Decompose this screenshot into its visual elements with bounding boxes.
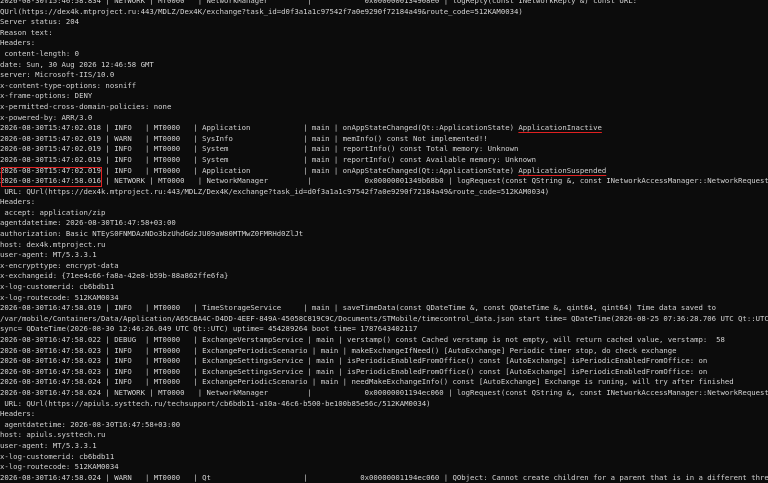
log-text: host: apiuls.systtech.ru (0, 430, 106, 440)
log-text: 2026-08-30T16:47:58.024 | INFO | MT0000 … (0, 377, 734, 387)
log-text: x-permitted-cross-domain-policies: none (0, 101, 172, 111)
log-line: x-permitted-cross-domain-policies: none (0, 102, 768, 113)
log-text: URL: QUrl(https://apiuls.systtech.ru/tec… (0, 398, 431, 408)
log-text: x-encrypttype: encrypt-data (0, 260, 119, 270)
log-line: x-log-routecode: 512KAM0034 (0, 293, 768, 304)
log-line: 2026-08-30T16:47:58.016 | NETWORK | MT00… (0, 176, 768, 187)
log-line: date: Sun, 30 Aug 2026 12:46:58 GMT (0, 60, 768, 71)
log-text: x-log-routecode: 512KAM0034 (0, 462, 119, 472)
log-text: date: Sun, 30 Aug 2026 12:46:58 GMT (0, 59, 154, 69)
log-text: user-agent: MT/5.3.3.1 (0, 250, 97, 260)
highlighted-state-text: ApplicationInactive (518, 123, 602, 133)
log-text: Server status: 204 (0, 17, 80, 27)
log-line: 2026-08-30T16:47:58.023 | INFO | MT0000 … (0, 356, 768, 367)
log-text: 2026-08-30T15:47:02.019 | INFO | MT0000 … (0, 165, 519, 175)
log-line: 2026-08-30T15:47:02.018 | INFO | MT0000 … (0, 123, 768, 134)
log-line: x-powered-by: ARR/3.0 (0, 113, 768, 124)
log-text: QUrl(https://dex4k.mtproject.ru:443/MDLZ… (0, 6, 523, 16)
log-line: Headers: (0, 38, 768, 49)
log-text: user-agent: MT/5.3.3.1 (0, 440, 97, 450)
log-text: 2026-08-30T16:47:58.022 | DEBUG | MT0000… (0, 335, 725, 344)
console-output[interactable]: 2026-08-30T15:46:58.834 | NETWORK | MT00… (0, 0, 768, 483)
log-text: 2026-08-30T16:47:58.023 | INFO | MT0000 … (0, 366, 708, 376)
log-line: 2026-08-30T15:46:58.834 | NETWORK | MT00… (0, 0, 768, 7)
log-line: x-log-customerid: cb6bdb11 (0, 282, 768, 293)
log-text: 2026-08-30T16:47:58.019 | INFO | MT0000 … (0, 303, 717, 313)
log-line: 2026-08-30T16:47:58.024 | WARN | MT0000 … (0, 473, 768, 483)
log-text: x-exchangeid: {71ee4c66-fa8a-42e8-b59b-8… (0, 271, 229, 281)
log-text: 2026-08-30T15:47:02.019 | WARN | MT0000 … (0, 133, 488, 143)
log-text: /var/mobile/Containers/Data/Application/… (0, 313, 768, 323)
log-text: server: Microsoft-IIS/10.0 (0, 70, 115, 80)
log-text: Headers: (0, 38, 36, 48)
log-line: Headers: (0, 409, 768, 420)
log-line: 2026-08-30T16:47:58.023 | INFO | MT0000 … (0, 346, 768, 357)
log-text: 2026-08-30T15:46:58.834 | NETWORK | MT00… (0, 0, 637, 5)
log-line: 2026-08-30T16:47:58.019 | INFO | MT0000 … (0, 303, 768, 314)
log-line: agentdatetime: 2026-08-30T16:47:58+03:00 (0, 420, 768, 431)
log-text: agentdatetime: 2026-08-30T16:47:58+03:00 (0, 419, 181, 429)
log-line: server: Microsoft-IIS/10.0 (0, 70, 768, 81)
log-text: sync= QDateTime(2026-08-30 12:46:26.049 … (0, 324, 418, 334)
log-text: agentdatetime: 2026-08-30T16:47:58+03:00 (0, 218, 176, 228)
log-line: host: dex4k.mtproject.ru (0, 240, 768, 251)
log-text: x-frame-options: DENY (0, 91, 93, 101)
log-text: accept: application/zip (0, 207, 106, 217)
log-line: URL: QUrl(https://apiuls.systtech.ru/tec… (0, 399, 768, 410)
log-text: 2026-08-30T16:47:58.024 | WARN | MT0000 … (0, 472, 768, 482)
log-line: QUrl(https://dex4k.mtproject.ru:443/MDLZ… (0, 7, 768, 18)
log-line: x-encrypttype: encrypt-data (0, 261, 768, 272)
log-text: x-content-type-options: nosniff (0, 80, 137, 90)
log-text: x-powered-by: ARR/3.0 (0, 112, 93, 122)
log-line: /var/mobile/Containers/Data/Application/… (0, 314, 768, 325)
log-line: URL: QUrl(https://dex4k.mtproject.ru:443… (0, 187, 768, 198)
log-line: user-agent: MT/5.3.3.1 (0, 441, 768, 452)
log-line: accept: application/zip (0, 208, 768, 219)
log-line: agentdatetime: 2026-08-30T16:47:58+03:00 (0, 218, 768, 229)
log-line: user-agent: MT/5.3.3.1 (0, 250, 768, 261)
log-line: x-log-routecode: 512KAM0034 (0, 462, 768, 473)
log-line: host: apiuls.systtech.ru (0, 430, 768, 441)
highlighted-state-text: ApplicationSuspended (518, 165, 607, 175)
log-line: Reason text: (0, 28, 768, 39)
log-text: 2026-08-30T15:47:02.018 | INFO | MT0000 … (0, 123, 519, 133)
log-line: Server status: 204 (0, 17, 768, 28)
log-line: 2026-08-30T16:47:58.024 | INFO | MT0000 … (0, 377, 768, 388)
log-text: 2026-08-30T15:47:02.019 | INFO | MT0000 … (0, 154, 536, 164)
log-line: sync= QDateTime(2026-08-30 12:46:26.049 … (0, 324, 768, 335)
log-line: 2026-08-30T15:47:02.019 | INFO | MT0000 … (0, 166, 768, 177)
log-line: 2026-08-30T15:47:02.019 | INFO | MT0000 … (0, 144, 768, 155)
log-text: x-log-routecode: 512KAM0034 (0, 292, 119, 302)
log-text: 2026-08-30T15:47:02.019 | INFO | MT0000 … (0, 144, 519, 154)
log-line: authorization: Basic NTEyS0FNMDAzNDo3bzU… (0, 229, 768, 240)
log-text: host: dex4k.mtproject.ru (0, 239, 106, 249)
log-text: 2026-08-30T16:47:58.024 | NETWORK | MT00… (0, 387, 768, 397)
log-text: x-log-customerid: cb6bdb11 (0, 451, 115, 461)
log-text: 2026-08-30T16:47:58.016 | NETWORK | MT00… (0, 176, 768, 186)
log-line: 2026-08-30T15:47:02.019 | INFO | MT0000 … (0, 155, 768, 166)
log-line: 2026-08-30T15:47:02.019 | WARN | MT0000 … (0, 134, 768, 145)
log-text: Headers: (0, 197, 36, 207)
log-text: Reason text: (0, 27, 53, 37)
log-text: authorization: Basic NTEyS0FNMDAzNDo3bzU… (0, 229, 304, 239)
log-line: 2026-08-30T16:47:58.024 | NETWORK | MT00… (0, 388, 768, 399)
log-line: content-length: 0 (0, 49, 768, 60)
log-text: content-length: 0 (0, 48, 80, 58)
log-text: 2026-08-30T16:47:58.023 | INFO | MT0000 … (0, 356, 708, 366)
log-line: x-log-customerid: cb6bdb11 (0, 452, 768, 463)
log-line: x-exchangeid: {71ee4c66-fa8a-42e8-b59b-8… (0, 271, 768, 282)
log-line: x-frame-options: DENY (0, 91, 768, 102)
log-line: x-content-type-options: nosniff (0, 81, 768, 92)
log-line: 2026-08-30T16:47:58.023 | INFO | MT0000 … (0, 367, 768, 378)
log-text: URL: QUrl(https://dex4k.mtproject.ru:443… (0, 186, 550, 196)
log-line: 2026-08-30T16:47:58.022 | DEBUG | MT0000… (0, 335, 768, 346)
log-line: Headers: (0, 197, 768, 208)
log-text: 2026-08-30T16:47:58.023 | INFO | MT0000 … (0, 345, 677, 355)
log-text: x-log-customerid: cb6bdb11 (0, 282, 115, 292)
